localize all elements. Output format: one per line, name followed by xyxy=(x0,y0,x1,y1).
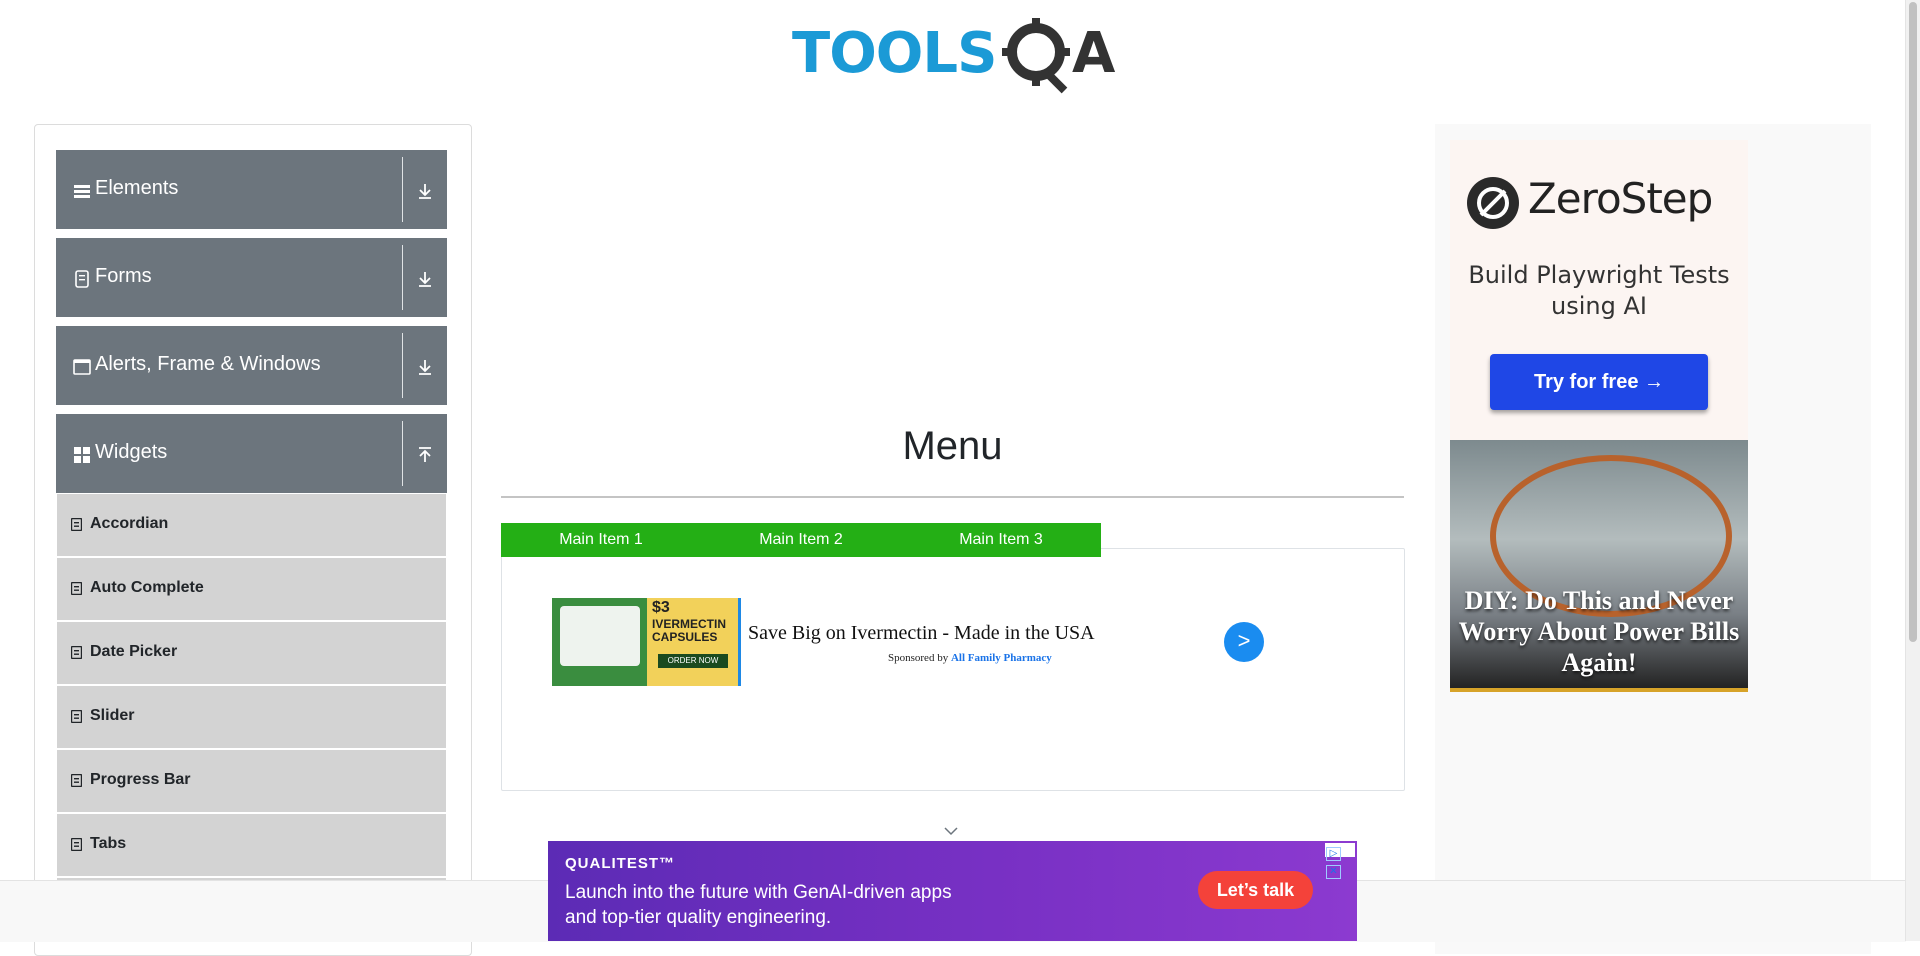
group-label: Alerts, Frame & Windows xyxy=(95,353,321,375)
sponsored-ad[interactable]: $3 IVERMECTIN CAPSULES ORDER NOW Save Bi… xyxy=(552,598,1264,688)
gear-magnifier-icon xyxy=(1002,18,1070,94)
divider xyxy=(402,157,403,222)
ad-price: $3 xyxy=(652,599,670,616)
sponsored-by-label: Sponsored by xyxy=(888,652,949,664)
group-widgets[interactable]: Widgets xyxy=(56,414,447,493)
expand-down-icon[interactable] xyxy=(416,182,434,200)
sidebar-item-auto-complete[interactable]: Auto Complete xyxy=(57,558,446,622)
logo-suffix: A xyxy=(1072,21,1116,86)
ad-headline[interactable]: Save Big on Ivermectin - Made in the USA xyxy=(748,622,1095,645)
list-item-icon xyxy=(71,518,82,531)
hamburger-icon xyxy=(74,185,90,198)
page-title: Menu xyxy=(902,424,1003,468)
list-item-icon xyxy=(71,774,82,787)
site-header: TOOLS A xyxy=(0,0,1906,100)
sidebar-item-label: Slider xyxy=(90,707,135,724)
sidebar-item-label: Auto Complete xyxy=(90,579,204,596)
pill-box-image xyxy=(560,606,640,666)
divider xyxy=(402,245,403,310)
sidebar-item-label: Date Picker xyxy=(90,643,178,660)
sidebar-item-slider[interactable]: Slider xyxy=(57,686,446,750)
nav-item-main-1[interactable]: Main Item 1 xyxy=(501,523,701,557)
group-elements[interactable]: Elements xyxy=(56,150,447,229)
ad-order-button: ORDER NOW xyxy=(658,654,728,668)
page-scrollbar[interactable] xyxy=(1905,0,1920,941)
ad-product-image[interactable]: $3 IVERMECTIN CAPSULES ORDER NOW xyxy=(552,598,741,686)
qualitest-brand: QUALITEST™ xyxy=(565,855,675,872)
widgets-icon xyxy=(74,447,90,463)
sidebar-item-date-picker[interactable]: Date Picker xyxy=(57,622,446,686)
window-icon xyxy=(73,359,91,375)
divider xyxy=(402,333,403,398)
ad-choices-icon[interactable]: ▷✕ xyxy=(1325,843,1355,879)
ad-next-button[interactable]: > xyxy=(1224,622,1264,662)
ad-caption: IVERMECTIN CAPSULES xyxy=(652,617,727,644)
logo-text: TOOLS xyxy=(792,21,997,86)
main-nav: Main Item 1 Main Item 2 Main Item 3 xyxy=(501,523,1101,557)
title-divider xyxy=(501,496,1404,498)
document-icon xyxy=(75,270,89,288)
scrollbar-thumb[interactable] xyxy=(1909,2,1917,642)
sidebar: Elements Forms Alerts, Frame & Windows W… xyxy=(34,124,472,956)
expand-down-icon[interactable] xyxy=(416,270,434,288)
nav-item-main-3[interactable]: Main Item 3 xyxy=(901,523,1101,557)
nav-item-main-2[interactable]: Main Item 2 xyxy=(701,523,901,557)
diy-ad-text: DIY: Do This and Never Worry About Power… xyxy=(1458,586,1740,677)
list-item-icon xyxy=(71,646,82,659)
sidebar-item-progress-bar[interactable]: Progress Bar xyxy=(57,750,446,814)
zerostep-logo-icon xyxy=(1467,177,1519,229)
expand-down-icon[interactable] xyxy=(416,358,434,376)
toolsqa-logo[interactable]: TOOLS A xyxy=(792,14,1117,94)
zerostep-tagline: Build Playwright Tests using AI xyxy=(1468,261,1730,320)
close-icon[interactable]: ✕ xyxy=(1326,865,1341,879)
sidebar-item-label: Accordian xyxy=(90,515,169,532)
chevron-down-icon[interactable] xyxy=(944,826,958,836)
banner-copy: Launch into the future with GenAI-driven… xyxy=(565,882,952,928)
lets-talk-button[interactable]: Let’s talk xyxy=(1198,871,1313,909)
zerostep-brand: ZeroStep xyxy=(1528,174,1713,223)
zerostep-ad[interactable]: ZeroStep Build Playwright Tests using AI… xyxy=(1450,140,1748,440)
sidebar-item-accordian[interactable]: Accordian xyxy=(57,494,446,558)
ad-sponsor-line: Sponsored by All Family Pharmacy xyxy=(888,652,1052,664)
sidebar-item-label: Progress Bar xyxy=(90,771,191,788)
diy-ad[interactable]: DIY: Do This and Never Worry About Power… xyxy=(1450,440,1748,692)
try-for-free-button[interactable]: Try for free → xyxy=(1490,354,1708,410)
group-label: Forms xyxy=(95,265,152,287)
group-forms[interactable]: Forms xyxy=(56,238,447,317)
list-item-icon xyxy=(71,710,82,723)
group-alerts-frame-windows[interactable]: Alerts, Frame & Windows xyxy=(56,326,447,405)
group-label: Widgets xyxy=(95,441,168,463)
divider xyxy=(402,421,403,486)
list-item-icon xyxy=(71,582,82,595)
sponsor-link[interactable]: All Family Pharmacy xyxy=(951,652,1052,664)
group-label: Elements xyxy=(95,177,179,199)
qualitest-banner-ad[interactable]: QUALITEST™ Launch into the future with G… xyxy=(548,841,1357,941)
collapse-up-icon[interactable] xyxy=(416,446,434,464)
sidebar-item-tabs[interactable]: Tabs xyxy=(57,814,446,878)
sidebar-item-label: Tabs xyxy=(90,835,127,852)
list-item-icon xyxy=(71,838,82,851)
